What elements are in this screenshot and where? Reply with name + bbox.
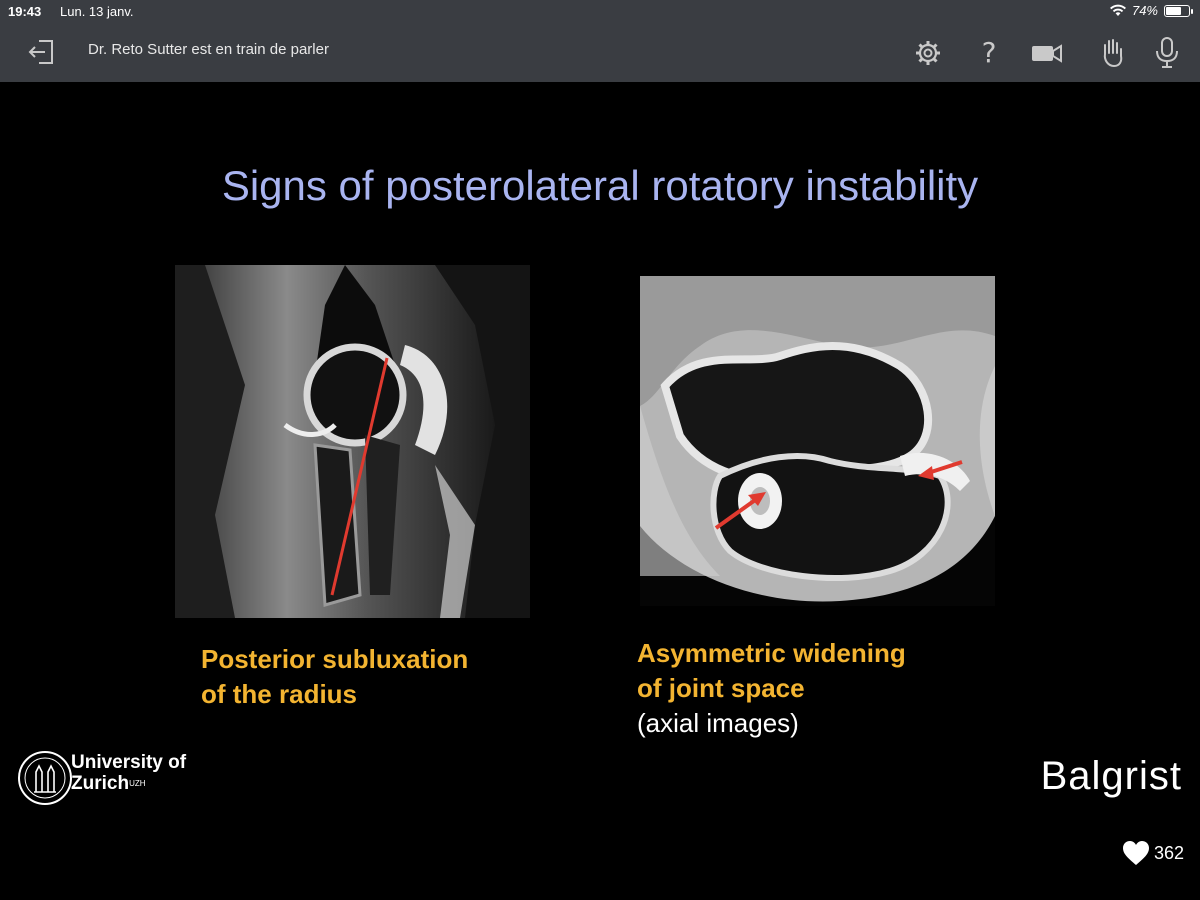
uzh-line-1: University of <box>71 752 187 773</box>
gear-icon[interactable] <box>911 36 945 70</box>
left-caption: Posterior subluxation of the radius <box>201 642 468 712</box>
balgrist-logo: Balgrist <box>1040 754 1182 798</box>
status-right: 74% <box>1109 3 1193 18</box>
status-bar: 19:43 Lun. 13 janv. 74% <box>0 0 1200 24</box>
uzh-logo-text: University of ZurichUZH <box>71 752 186 794</box>
wifi-icon <box>1109 4 1126 16</box>
camera-icon[interactable] <box>1030 36 1064 70</box>
likes-counter[interactable]: 362 <box>1122 840 1184 866</box>
battery-icon <box>1164 4 1193 17</box>
sagittal-mri-image <box>175 265 530 618</box>
likes-count: 362 <box>1153 842 1184 863</box>
active-speaker: Dr. Reto Sutter est en train de parler <box>88 41 329 58</box>
right-caption-line-1: Asymmetric widening <box>637 638 906 668</box>
help-icon[interactable]: ? <box>972 36 1006 70</box>
meeting-header: Dr. Reto Sutter est en train de parler ? <box>0 24 1200 82</box>
slide-title: Signs of posterolateral rotatory instabi… <box>221 162 979 209</box>
right-caption-line-2: of joint space <box>637 673 805 703</box>
left-caption-line-1: Posterior subluxation <box>201 644 469 674</box>
uzh-seal-logo <box>18 751 72 805</box>
raise-hand-icon[interactable] <box>1096 36 1130 70</box>
left-caption-line-2: of the radius <box>201 679 358 709</box>
exit-icon[interactable] <box>26 36 58 68</box>
uzh-line-2: Zurich <box>71 773 130 794</box>
status-date: Lun. 13 janv. <box>60 4 134 19</box>
microphone-icon[interactable] <box>1150 36 1184 70</box>
axial-mri-image <box>640 276 995 606</box>
battery-percent: 74% <box>1131 3 1158 18</box>
status-time: 19:43 <box>8 4 42 19</box>
right-caption: Asymmetric widening of joint space <box>637 636 906 706</box>
right-caption-note: (axial images) <box>637 708 799 738</box>
heart-icon[interactable] <box>1122 840 1150 866</box>
uzh-sup: UZH <box>129 779 146 788</box>
